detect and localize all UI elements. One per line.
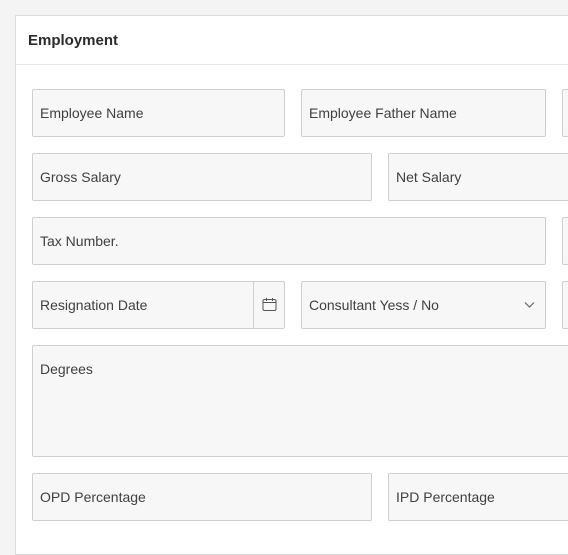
resignation-date-label: Resignation Date <box>40 297 148 313</box>
employee-father-name-label: Employee Father Name <box>309 105 457 121</box>
opd-percentage-label: OPD Percentage <box>40 489 146 505</box>
calendar-button[interactable] <box>253 282 284 328</box>
net-salary-label: Net Salary <box>396 169 462 185</box>
degrees-label: Degrees <box>40 361 93 377</box>
consultant-label: Consultant Yess / No <box>309 297 439 313</box>
tax-number-field[interactable]: Tax Number. <box>32 217 546 265</box>
consultant-select[interactable]: Consultant Yess / No <box>301 281 546 329</box>
resignation-date-field[interactable]: Resignation Date <box>32 281 285 329</box>
partial-field-right-row1[interactable] <box>562 89 568 137</box>
degrees-textarea[interactable]: Degrees <box>32 345 568 457</box>
ipd-percentage-label: IPD Percentage <box>396 489 495 505</box>
employee-name-field[interactable]: Employee Name <box>32 89 285 137</box>
chevron-down-icon <box>524 302 535 308</box>
net-salary-field[interactable]: Net Salary <box>388 153 568 201</box>
opd-percentage-field[interactable]: OPD Percentage <box>32 473 372 521</box>
employee-father-name-field[interactable]: Employee Father Name <box>301 89 546 137</box>
employee-name-label: Employee Name <box>40 105 144 121</box>
card-header: Employment <box>16 16 568 65</box>
partial-field-right-row4[interactable] <box>562 281 568 329</box>
calendar-icon <box>262 298 277 311</box>
ipd-percentage-field[interactable]: IPD Percentage <box>388 473 568 521</box>
gross-salary-field[interactable]: Gross Salary <box>32 153 372 201</box>
gross-salary-label: Gross Salary <box>40 169 121 185</box>
section-title: Employment <box>28 32 119 49</box>
tax-number-label: Tax Number. <box>40 233 119 249</box>
partial-field-right-row3[interactable] <box>562 217 568 265</box>
